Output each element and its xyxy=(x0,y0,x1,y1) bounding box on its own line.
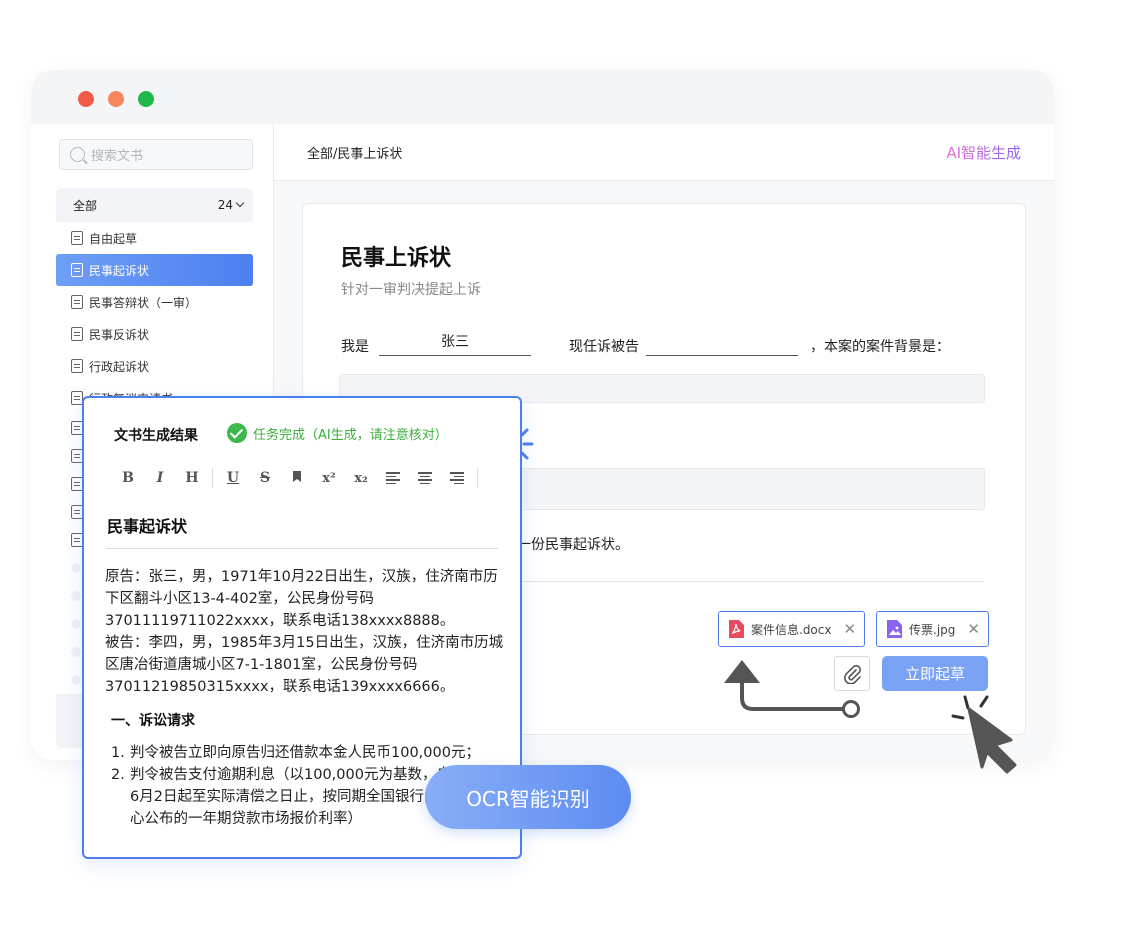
upload-arrow-icon xyxy=(724,660,860,718)
document-body[interactable]: 原告：张三，男，1971年10月22日出生，汉族，住济南市历下区翻斗小区13-4… xyxy=(105,566,510,698)
cursor-icon xyxy=(967,707,1017,774)
align-right-button[interactable] xyxy=(441,472,473,484)
popup-title: 文书生成结果 xyxy=(114,428,198,444)
section-title: 一、诉讼请求 xyxy=(111,713,195,729)
document-title: 民事起诉状 xyxy=(107,517,188,536)
defendant-paragraph: 被告：李四，男，1985年3月15日出生，汉族，住济南市历城区唐冶街道唐城小区7… xyxy=(105,635,504,695)
italic-button[interactable]: I xyxy=(144,470,176,486)
bookmark-icon xyxy=(293,470,301,482)
plaintiff-paragraph: 原告：张三，男，1971年10月22日出生，汉族，住济南市历下区翻斗小区13-4… xyxy=(105,569,498,629)
editor-toolbar: B I H U S x² x₂ xyxy=(112,468,482,488)
divider xyxy=(106,548,498,549)
check-circle-icon xyxy=(227,423,247,443)
status-text: 任务完成（AI生成，请注意核对） xyxy=(253,427,448,443)
heading-button[interactable]: H xyxy=(176,470,208,486)
bold-button[interactable]: B xyxy=(112,470,144,486)
align-left-button[interactable] xyxy=(377,472,409,484)
subscript-button[interactable]: x₂ xyxy=(345,471,377,486)
align-center-button[interactable] xyxy=(409,472,441,484)
superscript-button[interactable]: x² xyxy=(313,471,345,486)
status-badge: 任务完成（AI生成，请注意核对） xyxy=(227,423,448,443)
bookmark-button[interactable] xyxy=(281,470,313,487)
list-item: 1. 判令被告立即向原告归还借款本金人民币100,000元； xyxy=(111,745,480,761)
strikethrough-button[interactable]: S xyxy=(249,470,281,486)
underline-button[interactable]: U xyxy=(217,470,249,486)
ocr-badge: OCR智能识别 xyxy=(425,765,631,829)
